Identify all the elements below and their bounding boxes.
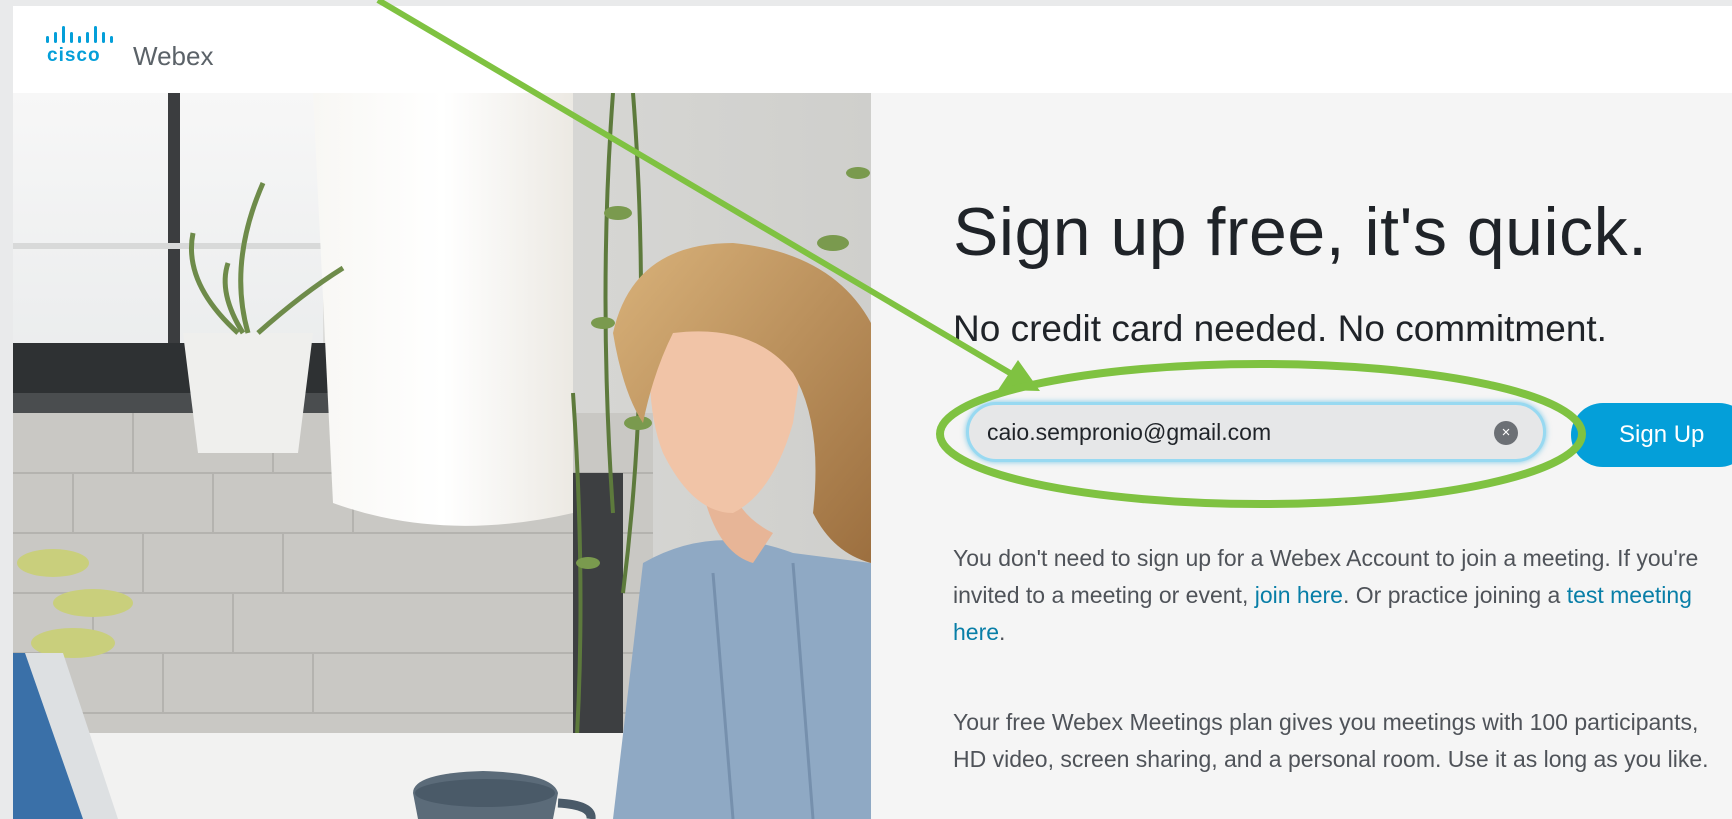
- join-here-link[interactable]: join here: [1255, 582, 1343, 608]
- plan-info-paragraph: Your free Webex Meetings plan gives you …: [953, 709, 1709, 772]
- join-info-text-3: .: [999, 619, 1006, 645]
- join-info-text-2: . Or practice joining a: [1342, 582, 1567, 608]
- site-header: cisco Webex: [13, 6, 1732, 93]
- signup-panel: Sign up free, it's quick. No credit card…: [871, 93, 1732, 819]
- email-field[interactable]: [966, 402, 1546, 462]
- cisco-bars-icon: [46, 26, 113, 43]
- cisco-webex-logo[interactable]: cisco Webex: [45, 19, 213, 71]
- sign-up-button[interactable]: Sign Up: [1571, 403, 1732, 467]
- logo-cisco-text: cisco: [47, 45, 101, 66]
- hero-photo: [13, 93, 871, 819]
- page-title: Sign up free, it's quick.: [953, 194, 1648, 270]
- webex-signup-page: cisco Webex Sign up free, it's quick. No…: [13, 6, 1732, 819]
- join-info-paragraph: You don't need to sign up for a Webex Ac…: [953, 540, 1723, 651]
- page-subtitle: No credit card needed. No commitment.: [953, 308, 1607, 349]
- woman-at-laptop-illustration: [13, 93, 871, 819]
- cisco-logo-mark: cisco: [45, 19, 125, 66]
- logo-webex-text: Webex: [133, 41, 214, 71]
- clear-input-icon[interactable]: ×: [1494, 421, 1518, 445]
